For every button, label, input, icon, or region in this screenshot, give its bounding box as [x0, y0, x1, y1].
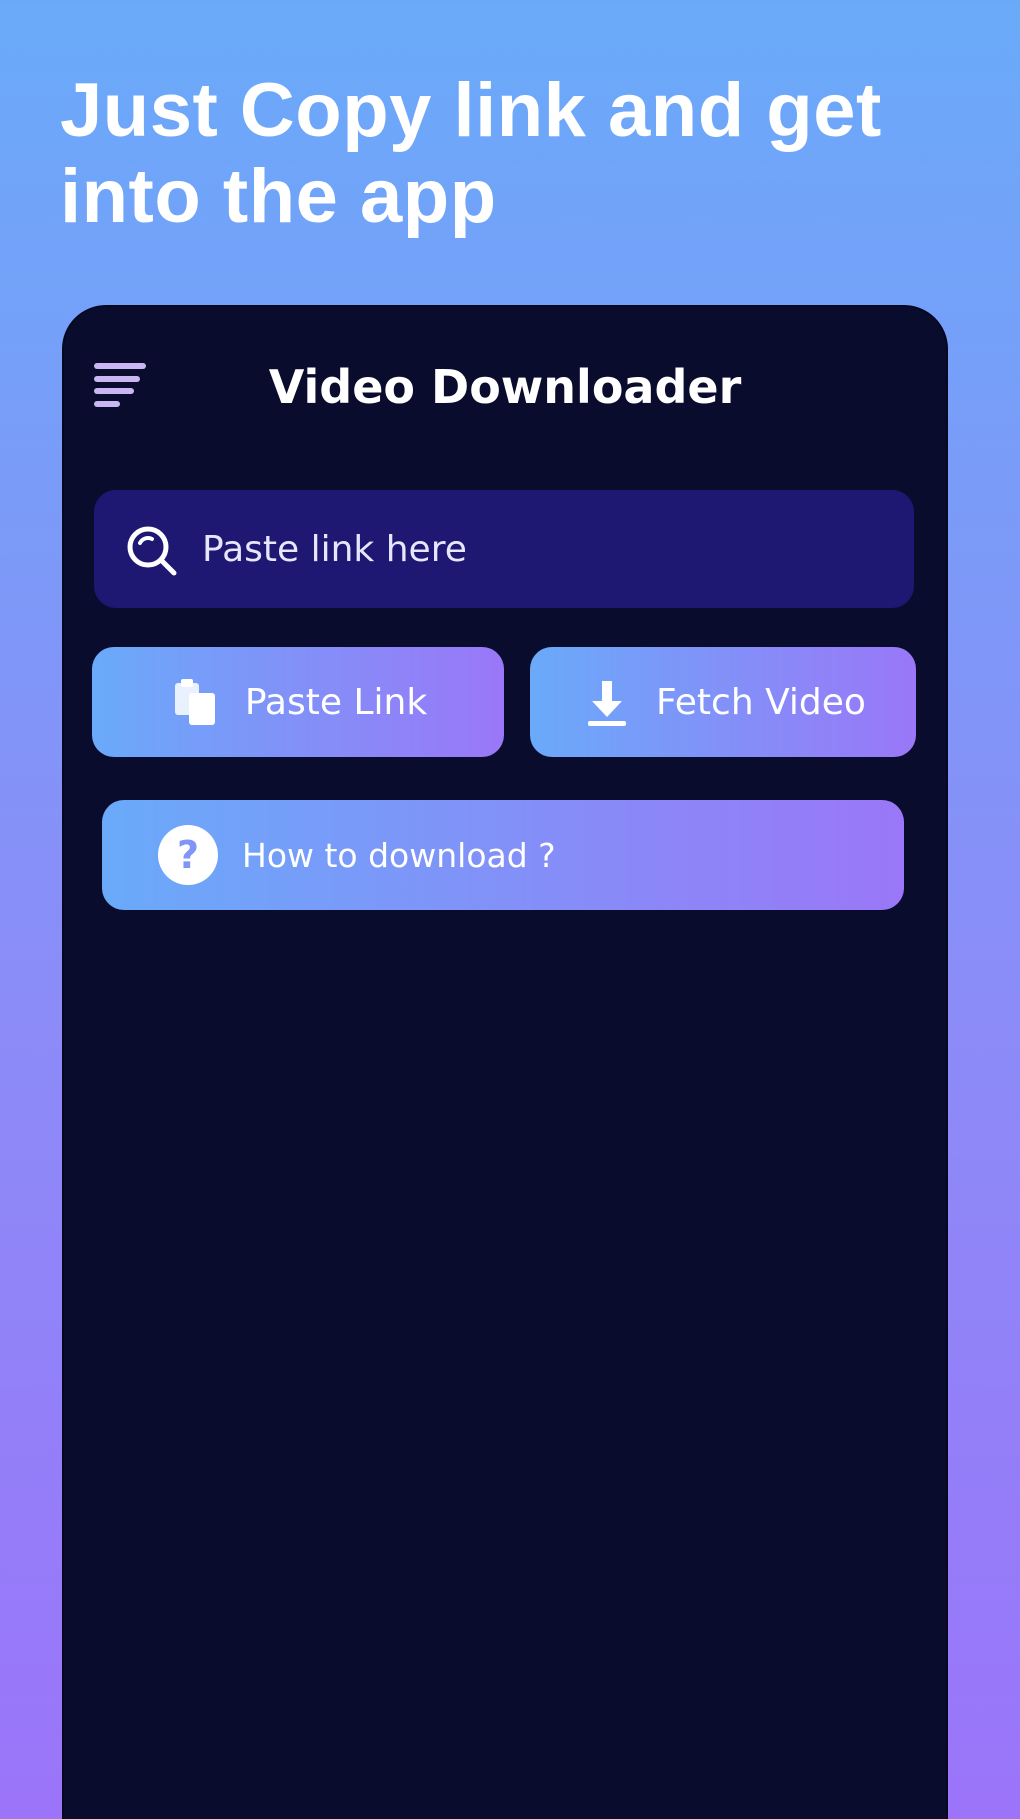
- how-to-download-label: How to download ?: [242, 835, 556, 875]
- fetch-video-label: Fetch Video: [656, 681, 866, 723]
- clipboard-icon: [174, 679, 215, 725]
- fetch-video-button[interactable]: Fetch Video: [530, 647, 916, 757]
- search-input[interactable]: [202, 528, 882, 570]
- svg-text:?: ?: [177, 833, 199, 877]
- phone-mockup: Video Downloader Paste Link Fetch Video …: [62, 305, 948, 1819]
- how-to-download-button[interactable]: ? How to download ?: [102, 800, 904, 910]
- question-mark-icon: ?: [158, 825, 218, 885]
- search-bar[interactable]: [94, 490, 914, 608]
- paste-link-button[interactable]: Paste Link: [92, 647, 504, 757]
- download-icon: [588, 681, 627, 726]
- search-icon: [127, 526, 177, 576]
- paste-link-label: Paste Link: [244, 681, 428, 723]
- app-title: Video Downloader: [268, 360, 742, 414]
- headline: Just Copy link and get into the app: [60, 68, 882, 239]
